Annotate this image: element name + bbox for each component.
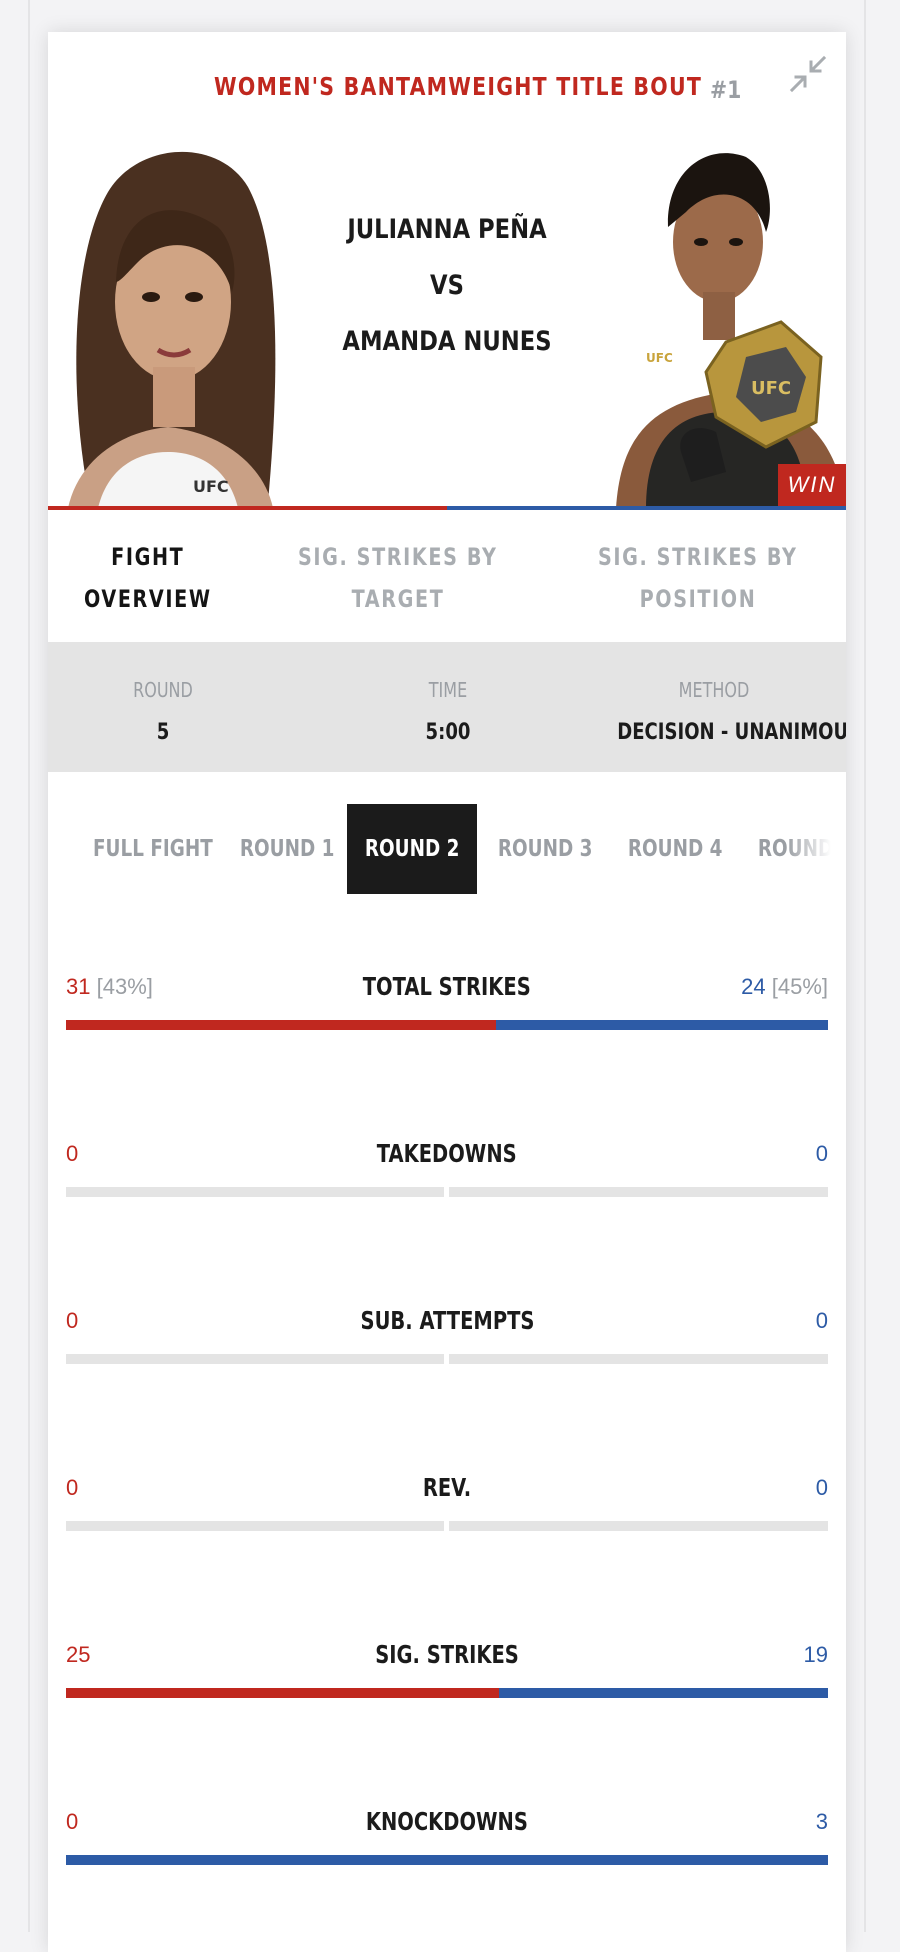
round-tab-label: ROUND 1	[239, 836, 335, 862]
tab-label-line2: TARGET	[351, 585, 445, 613]
blue-value: 0	[815, 1141, 828, 1166]
stat-label: TOTAL STRIKES	[362, 972, 532, 1001]
collapse-arrows-icon[interactable]	[788, 54, 828, 94]
time-value: 5:00	[425, 720, 471, 745]
comparison-bar	[66, 1688, 828, 1698]
bar-blue-segment	[66, 1855, 828, 1865]
svg-text:UFC: UFC	[646, 351, 673, 365]
round-value: 5	[156, 720, 170, 745]
tab-label-line1: SIG. STRIKES BY	[598, 543, 798, 571]
bar-empty-red	[66, 1521, 444, 1531]
red-fighter-photo: UFC	[48, 132, 288, 508]
comparison-bar	[66, 1020, 828, 1030]
bar-blue-segment	[496, 1020, 828, 1030]
comparison-bar	[66, 1521, 828, 1531]
blue-fighter-photo: UFC UFC	[606, 132, 846, 508]
stat-total-strikes: 31 [43%] TOTAL STRIKES 24 [45%]	[66, 972, 828, 1064]
tab-sig-strikes-position[interactable]: SIG. STRIKES BY POSITION	[568, 536, 828, 620]
blue-value: 24	[741, 974, 766, 999]
bar-empty-blue	[449, 1187, 828, 1197]
bar-empty-red	[66, 1354, 444, 1364]
comparison-bar	[66, 1855, 828, 1865]
view-tabs: FIGHT OVERVIEW SIG. STRIKES BY TARGET SI…	[48, 510, 846, 640]
round-tab-label: ROUND 3	[497, 836, 593, 862]
bar-empty-blue	[449, 1521, 828, 1531]
method-label: METHOD	[678, 678, 750, 702]
scroll-fade	[786, 804, 846, 896]
bar-red-segment	[66, 1688, 499, 1698]
tab-round-1[interactable]: ROUND 1	[228, 804, 338, 894]
summary-time: TIME 5:00	[373, 678, 523, 745]
blue-value: 0	[815, 1308, 828, 1333]
stat-reversals: 0 REV. 0	[66, 1473, 828, 1565]
tab-label-line1: FIGHT	[111, 543, 185, 571]
stat-label: TAKEDOWNS	[377, 1139, 517, 1168]
comparison-bar	[66, 1354, 828, 1364]
tab-label-line2: POSITION	[639, 585, 757, 613]
blue-fighter-name[interactable]: AMANDA NUNES	[313, 314, 580, 370]
comparison-bar	[66, 1187, 828, 1197]
round-tab-label: ROUND 4	[627, 836, 723, 862]
tab-label-line1: SIG. STRIKES BY	[298, 543, 498, 571]
bout-title: WOMEN'S BANTAMWEIGHT TITLE BOUT	[214, 72, 703, 101]
stat-knockdowns: 0 KNOCKDOWNS 3	[66, 1807, 828, 1899]
summary-round: ROUND 5	[88, 678, 238, 745]
stat-label: REV.	[422, 1473, 472, 1502]
tab-full-fight[interactable]: FULL FIGHT	[78, 804, 213, 894]
blue-stat: 24 [45%]	[741, 974, 828, 1000]
tab-round-4[interactable]: ROUND 4	[616, 804, 726, 894]
round-tab-label: ROUND 2	[364, 836, 460, 862]
page-border-left	[28, 0, 30, 1932]
method-value: DECISION - UNANIMOUS	[617, 720, 846, 745]
stat-label: KNOCKDOWNS	[365, 1807, 529, 1836]
tab-label-line2: OVERVIEW	[84, 585, 212, 613]
stat-sub-attempts: 0 SUB. ATTEMPTS 0	[66, 1306, 828, 1398]
tab-fight-overview[interactable]: FIGHT OVERVIEW	[58, 536, 238, 620]
blue-value: 0	[815, 1475, 828, 1500]
round-tab-label: FULL FIGHT	[92, 836, 213, 862]
matchup: JULIANNA PEÑA VS AMANDA NUNES	[288, 202, 606, 370]
fight-card: WOMEN'S BANTAMWEIGHT TITLE BOUT #1 UFC J…	[48, 32, 846, 1952]
round-label: ROUND	[133, 678, 193, 702]
round-tabs: FULL FIGHT ROUND 1 ROUND 2 ROUND 3 ROUND…	[48, 804, 846, 896]
bar-empty-blue	[449, 1354, 828, 1364]
blue-pct: [45%]	[771, 974, 828, 999]
svg-text:UFC: UFC	[751, 378, 791, 399]
tab-sig-strikes-target[interactable]: SIG. STRIKES BY TARGET	[268, 536, 528, 620]
stat-label: SUB. ATTEMPTS	[360, 1306, 534, 1335]
bout-number: #1	[710, 76, 742, 104]
bar-red-segment	[66, 1020, 496, 1030]
blue-value: 3	[815, 1809, 828, 1834]
tab-round-3[interactable]: ROUND 3	[486, 804, 596, 894]
tab-round-2[interactable]: ROUND 2	[347, 804, 477, 894]
fight-summary: ROUND 5 TIME 5:00 METHOD DECISION - UNAN…	[48, 642, 846, 772]
win-badge: WIN	[778, 464, 846, 506]
vs-label: VS	[430, 270, 464, 301]
page-border-right	[864, 0, 866, 1932]
red-fighter-name[interactable]: JULIANNA PEÑA	[313, 202, 580, 258]
time-label: TIME	[428, 678, 468, 702]
stat-sig-strikes: 25 SIG. STRIKES 19	[66, 1640, 828, 1732]
svg-text:UFC: UFC	[193, 477, 229, 496]
summary-method: METHOD DECISION - UNANIMOUS	[596, 678, 846, 745]
bar-empty-red	[66, 1187, 444, 1197]
stat-takedowns: 0 TAKEDOWNS 0	[66, 1139, 828, 1231]
blue-value: 19	[803, 1642, 828, 1667]
bar-blue-segment	[499, 1688, 828, 1698]
stat-label: SIG. STRIKES	[375, 1640, 519, 1669]
